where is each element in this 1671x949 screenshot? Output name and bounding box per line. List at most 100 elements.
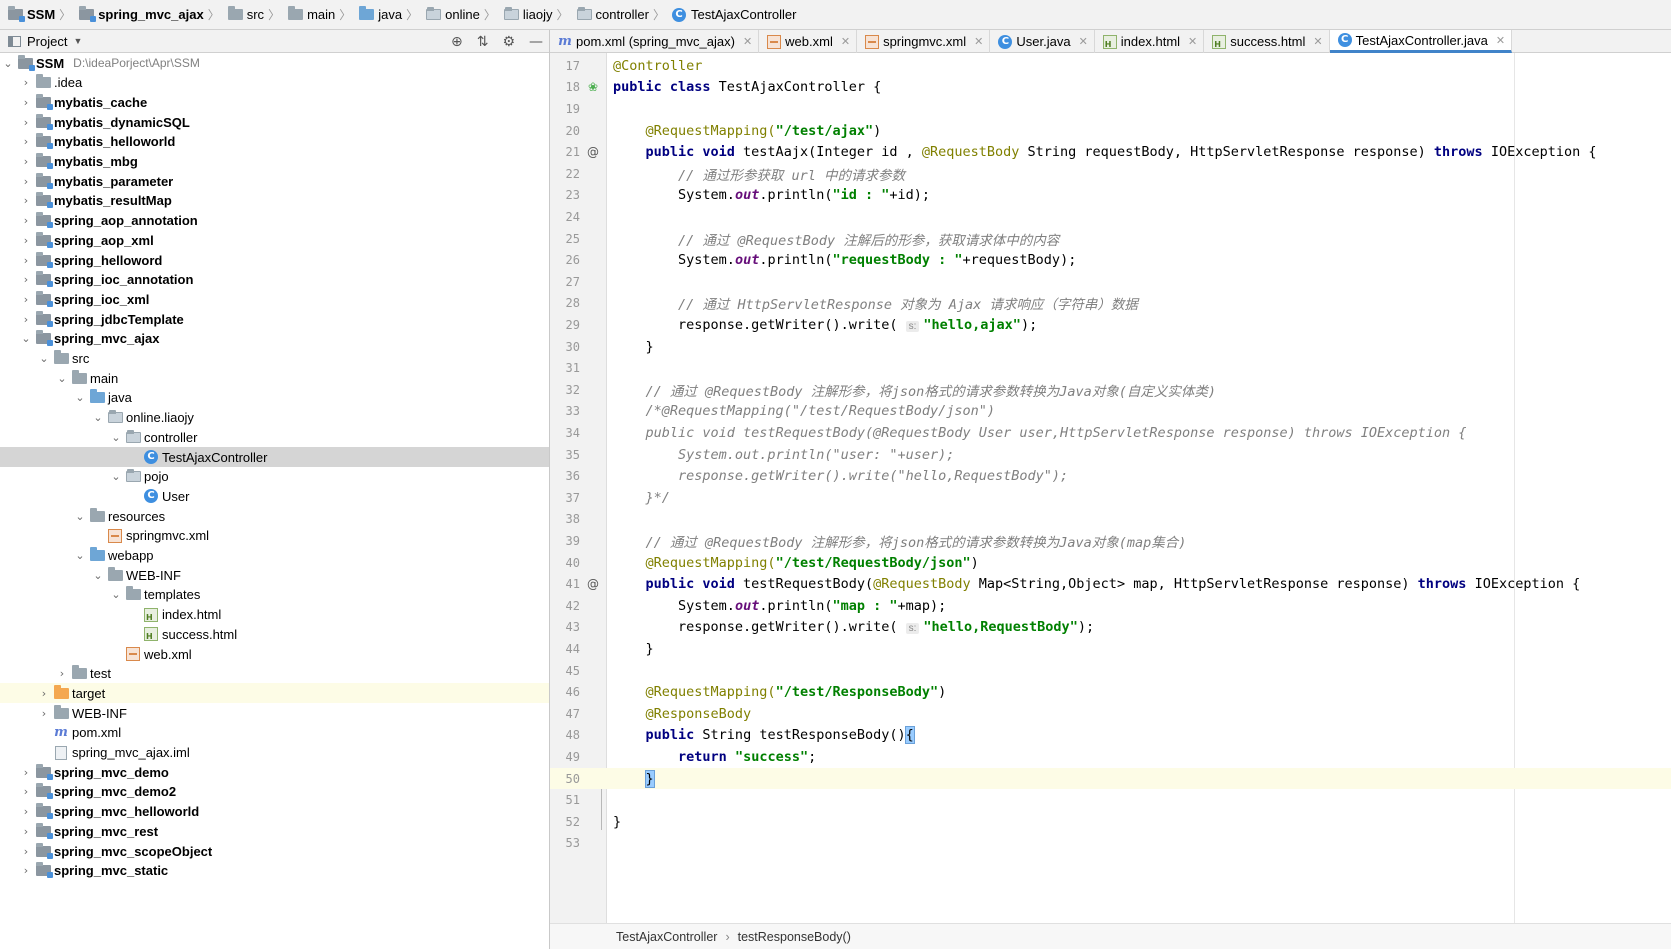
crumb-module[interactable]: spring_mvc_ajax bbox=[75, 0, 204, 30]
tree-item[interactable]: ⌄ controller bbox=[0, 427, 549, 447]
tree-item[interactable]: ⌄ spring_mvc_ajax bbox=[0, 329, 549, 349]
chevron-right-icon[interactable]: › bbox=[18, 116, 34, 129]
crumb-online[interactable]: online bbox=[422, 0, 480, 30]
close-icon[interactable]: ✕ bbox=[1188, 35, 1197, 48]
chevron-down-icon[interactable]: ⌄ bbox=[108, 470, 124, 483]
tree-item[interactable]: › spring_aop_annotation bbox=[0, 211, 549, 231]
tree-item[interactable]: › mybatis_cache bbox=[0, 92, 549, 112]
tree-item-selected[interactable]: C TestAjaxController bbox=[0, 447, 549, 467]
chevron-right-icon[interactable]: › bbox=[18, 273, 34, 286]
tree-item[interactable]: › mybatis_mbg bbox=[0, 152, 549, 172]
tree-item[interactable]: › spring_ioc_annotation bbox=[0, 270, 549, 290]
chevron-right-icon[interactable]: › bbox=[18, 785, 34, 798]
tree-item[interactable]: › spring_mvc_rest bbox=[0, 821, 549, 841]
chevron-down-icon[interactable]: ⌄ bbox=[108, 588, 124, 601]
tree-item[interactable]: ⌄ online.liaojy bbox=[0, 408, 549, 428]
tree-item[interactable]: m pom.xml bbox=[0, 723, 549, 743]
tree-item[interactable]: index.html bbox=[0, 605, 549, 625]
tree-item[interactable]: ⌄ resources bbox=[0, 506, 549, 526]
chevron-right-icon[interactable]: › bbox=[18, 214, 34, 227]
tree-item[interactable]: › spring_mvc_helloworld bbox=[0, 802, 549, 822]
tab-web-xml[interactable]: web.xml ✕ bbox=[759, 30, 858, 53]
tree-item[interactable]: ⌄ src bbox=[0, 349, 549, 369]
tree-item[interactable]: ⌄ pojo bbox=[0, 467, 549, 487]
tree-item[interactable]: › spring_ioc_xml bbox=[0, 289, 549, 309]
tree-item[interactable]: › spring_helloword bbox=[0, 250, 549, 270]
collapse-all-icon[interactable]: ⇅ bbox=[477, 34, 489, 50]
project-view-selector[interactable]: Project bbox=[27, 34, 67, 49]
tree-item[interactable]: ⌄ webapp bbox=[0, 546, 549, 566]
chevron-right-icon[interactable]: › bbox=[18, 234, 34, 247]
chevron-down-icon[interactable]: ⌄ bbox=[90, 569, 106, 582]
close-icon[interactable]: ✕ bbox=[974, 35, 983, 48]
tree-item[interactable]: › mybatis_resultMap bbox=[0, 191, 549, 211]
close-icon[interactable]: ✕ bbox=[1313, 35, 1322, 48]
code-editor[interactable]: 17 @Controller 18 ❀ public class TestAjaxCo… bbox=[550, 53, 1671, 923]
crumb-ssm[interactable]: SSM bbox=[4, 0, 55, 30]
chevron-right-icon[interactable]: › bbox=[18, 845, 34, 858]
chevron-right-icon[interactable]: › bbox=[18, 194, 34, 207]
tab-springmvc-xml[interactable]: springmvc.xml ✕ bbox=[857, 30, 991, 53]
tree-item[interactable]: › mybatis_helloworld bbox=[0, 132, 549, 152]
chevron-down-icon[interactable]: ⌄ bbox=[72, 549, 88, 562]
chevron-right-icon[interactable]: › bbox=[18, 313, 34, 326]
web-endpoint-icon[interactable]: @ bbox=[580, 145, 606, 159]
close-icon[interactable]: ✕ bbox=[1079, 35, 1088, 48]
tree-item[interactable]: › spring_mvc_scopeObject bbox=[0, 841, 549, 861]
tree-item[interactable]: spring_mvc_ajax.iml bbox=[0, 743, 549, 763]
chevron-right-icon[interactable]: › bbox=[18, 254, 34, 267]
tree-item[interactable]: ⌄ java bbox=[0, 388, 549, 408]
tab-pom-xml[interactable]: m pom.xml (spring_mvc_ajax) ✕ bbox=[550, 30, 760, 53]
chevron-right-icon[interactable]: › bbox=[18, 155, 34, 168]
chevron-right-icon[interactable]: › bbox=[18, 96, 34, 109]
tree-item[interactable]: › spring_aop_xml bbox=[0, 230, 549, 250]
gear-icon[interactable]: ⚙ bbox=[502, 34, 515, 50]
close-icon[interactable]: ✕ bbox=[743, 35, 752, 48]
tree-item[interactable]: springmvc.xml bbox=[0, 526, 549, 546]
chevron-down-icon[interactable]: ⌄ bbox=[54, 372, 70, 385]
close-icon[interactable]: ✕ bbox=[1496, 34, 1505, 47]
chevron-down-icon[interactable]: ▼ bbox=[73, 36, 82, 46]
minimize-icon[interactable]: — bbox=[529, 34, 543, 50]
spring-bean-icon[interactable]: ❀ bbox=[580, 80, 606, 94]
tree-item[interactable]: web.xml bbox=[0, 644, 549, 664]
tree-item[interactable]: success.html bbox=[0, 624, 549, 644]
chevron-right-icon[interactable]: › bbox=[18, 805, 34, 818]
chevron-down-icon[interactable]: ⌄ bbox=[72, 510, 88, 523]
crumb-liaojy[interactable]: liaojy bbox=[500, 0, 553, 30]
chevron-down-icon[interactable]: ⌄ bbox=[90, 411, 106, 424]
crumb-src[interactable]: src bbox=[224, 0, 264, 30]
chevron-down-icon[interactable]: ⌄ bbox=[36, 352, 52, 365]
close-icon[interactable]: ✕ bbox=[841, 35, 850, 48]
crumb-java[interactable]: java bbox=[355, 0, 402, 30]
tree-item[interactable]: › test bbox=[0, 664, 549, 684]
tree-item[interactable]: › spring_mvc_demo bbox=[0, 762, 549, 782]
chevron-right-icon[interactable]: › bbox=[18, 76, 34, 89]
chevron-right-icon[interactable]: › bbox=[18, 175, 34, 188]
crumb-method[interactable]: testResponseBody() bbox=[738, 930, 851, 944]
tree-item[interactable]: › .idea bbox=[0, 73, 549, 93]
chevron-right-icon[interactable]: › bbox=[18, 293, 34, 306]
chevron-down-icon[interactable]: ⌄ bbox=[18, 332, 34, 345]
chevron-right-icon[interactable]: › bbox=[36, 687, 52, 700]
chevron-right-icon[interactable]: › bbox=[36, 707, 52, 720]
tree-item[interactable]: › spring_mvc_demo2 bbox=[0, 782, 549, 802]
chevron-right-icon[interactable]: › bbox=[18, 864, 34, 877]
crumb-class[interactable]: C TestAjaxController bbox=[669, 0, 797, 30]
tree-item[interactable]: › target bbox=[0, 683, 549, 704]
tree-item[interactable]: › mybatis_parameter bbox=[0, 171, 549, 191]
tree-item[interactable]: › WEB-INF bbox=[0, 703, 549, 723]
tree-item[interactable]: › spring_jdbcTemplate bbox=[0, 309, 549, 329]
tab-user-java[interactable]: C User.java ✕ bbox=[990, 30, 1095, 53]
tree-item[interactable]: C User bbox=[0, 486, 549, 506]
chevron-down-icon[interactable]: ⌄ bbox=[72, 391, 88, 404]
tab-testajaxcontroller-java[interactable]: C TestAjaxController.java ✕ bbox=[1329, 30, 1513, 53]
tab-index-html[interactable]: index.html✕ bbox=[1095, 30, 1205, 53]
tree-item[interactable]: ⌄ WEB-INF bbox=[0, 565, 549, 585]
locate-icon[interactable]: ⊕ bbox=[451, 34, 463, 50]
chevron-right-icon[interactable]: › bbox=[18, 825, 34, 838]
crumb-controller[interactable]: controller bbox=[573, 0, 649, 30]
tree-item[interactable]: › mybatis_dynamicSQL bbox=[0, 112, 549, 132]
crumb-class[interactable]: TestAjaxController bbox=[616, 930, 717, 944]
crumb-main[interactable]: main bbox=[284, 0, 335, 30]
